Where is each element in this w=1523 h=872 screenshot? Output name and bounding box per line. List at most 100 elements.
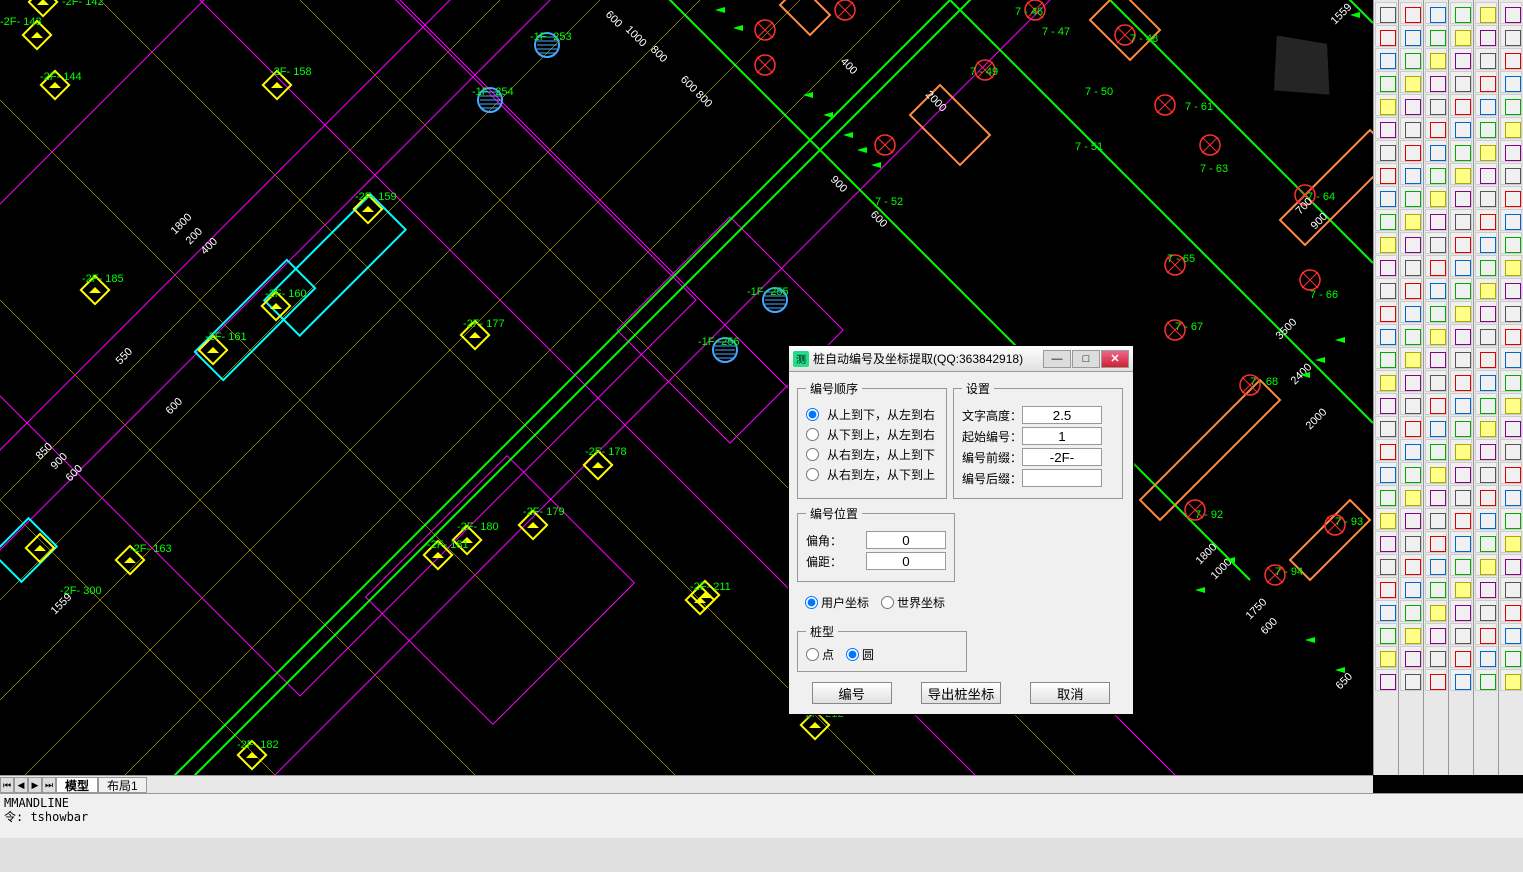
tool-button[interactable] [1500,462,1522,484]
tool-button[interactable] [1400,94,1422,116]
tab-first-icon[interactable]: ⏮ [0,777,14,793]
tab-next-icon[interactable]: ▶ [28,777,42,793]
tool-button[interactable] [1375,462,1397,484]
tool-button[interactable] [1450,577,1472,599]
tool-button[interactable] [1450,554,1472,576]
tool-button[interactable] [1425,71,1447,93]
tool-button[interactable] [1450,324,1472,346]
tool-button[interactable] [1475,554,1497,576]
tool-button[interactable] [1375,94,1397,116]
tool-button[interactable] [1400,370,1422,392]
tool-button[interactable] [1500,646,1522,668]
tool-button[interactable] [1475,370,1497,392]
input-angle[interactable] [866,531,946,549]
tool-button[interactable] [1375,485,1397,507]
tool-button[interactable] [1450,485,1472,507]
tool-button[interactable] [1400,140,1422,162]
tool-button[interactable] [1400,163,1422,185]
tool-button[interactable] [1450,232,1472,254]
tool-button[interactable] [1375,48,1397,70]
tool-button[interactable] [1425,140,1447,162]
tool-button[interactable] [1400,577,1422,599]
tool-button[interactable] [1475,71,1497,93]
tool-button[interactable] [1375,646,1397,668]
tool-button[interactable] [1450,646,1472,668]
tool-button[interactable] [1425,25,1447,47]
tool-button[interactable] [1500,347,1522,369]
tool-button[interactable] [1425,278,1447,300]
tool-button[interactable] [1425,370,1447,392]
tool-button[interactable] [1400,623,1422,645]
tool-button[interactable] [1500,94,1522,116]
tool-button[interactable] [1375,301,1397,323]
view-cube[interactable]: 北 南 西 东 WCS [1243,5,1363,125]
tool-button[interactable] [1425,209,1447,231]
tool-button[interactable] [1375,209,1397,231]
tool-button[interactable] [1500,600,1522,622]
tool-button[interactable] [1475,508,1497,530]
tool-button[interactable] [1425,324,1447,346]
tool-button[interactable] [1375,186,1397,208]
tool-button[interactable] [1375,669,1397,691]
tool-button[interactable] [1425,393,1447,415]
tool-button[interactable] [1425,94,1447,116]
tool-button[interactable] [1500,416,1522,438]
tool-button[interactable] [1425,485,1447,507]
tab-prev-icon[interactable]: ◀ [14,777,28,793]
tool-button[interactable] [1400,71,1422,93]
tool-button[interactable] [1500,48,1522,70]
input-text-height[interactable] [1022,406,1102,424]
tool-button[interactable] [1475,140,1497,162]
tool-button[interactable] [1475,278,1497,300]
tool-button[interactable] [1475,347,1497,369]
tool-button[interactable] [1425,48,1447,70]
tool-button[interactable] [1400,25,1422,47]
tool-button[interactable] [1400,439,1422,461]
tool-button[interactable] [1400,347,1422,369]
tool-button[interactable] [1375,278,1397,300]
tool-button[interactable] [1450,531,1472,553]
tool-button[interactable] [1375,140,1397,162]
command-line[interactable]: MMANDLINE 令: tshowbar [0,793,1523,838]
tool-button[interactable] [1475,531,1497,553]
tool-button[interactable] [1500,163,1522,185]
tool-button[interactable] [1425,462,1447,484]
tool-button[interactable] [1500,554,1522,576]
tool-button[interactable] [1400,554,1422,576]
tool-button[interactable] [1475,163,1497,185]
tool-button[interactable] [1450,370,1472,392]
tool-button[interactable] [1475,462,1497,484]
tool-button[interactable] [1475,255,1497,277]
ptype-point[interactable] [806,648,819,661]
tool-button[interactable] [1475,439,1497,461]
input-dist[interactable] [866,552,946,570]
tool-button[interactable] [1500,278,1522,300]
order-opt-3[interactable] [806,468,819,481]
tool-button[interactable] [1400,416,1422,438]
tool-button[interactable] [1475,324,1497,346]
tool-button[interactable] [1425,577,1447,599]
tool-button[interactable] [1500,439,1522,461]
tool-button[interactable] [1375,508,1397,530]
tool-button[interactable] [1450,163,1472,185]
tool-button[interactable] [1475,416,1497,438]
tab-last-icon[interactable]: ⏭ [42,777,56,793]
tool-button[interactable] [1400,255,1422,277]
tool-button[interactable] [1450,416,1472,438]
order-opt-0[interactable] [806,408,819,421]
tool-button[interactable] [1400,2,1422,24]
tool-button[interactable] [1375,2,1397,24]
tool-button[interactable] [1450,462,1472,484]
tool-button[interactable] [1500,232,1522,254]
input-start-no[interactable] [1022,427,1102,445]
tool-button[interactable] [1500,301,1522,323]
tool-button[interactable] [1500,669,1522,691]
number-button[interactable]: 编号 [812,682,892,704]
tool-button[interactable] [1375,439,1397,461]
tool-button[interactable] [1375,232,1397,254]
tool-button[interactable] [1450,209,1472,231]
tool-button[interactable] [1400,186,1422,208]
tool-button[interactable] [1450,393,1472,415]
tool-button[interactable] [1400,462,1422,484]
input-prefix[interactable] [1022,448,1102,466]
